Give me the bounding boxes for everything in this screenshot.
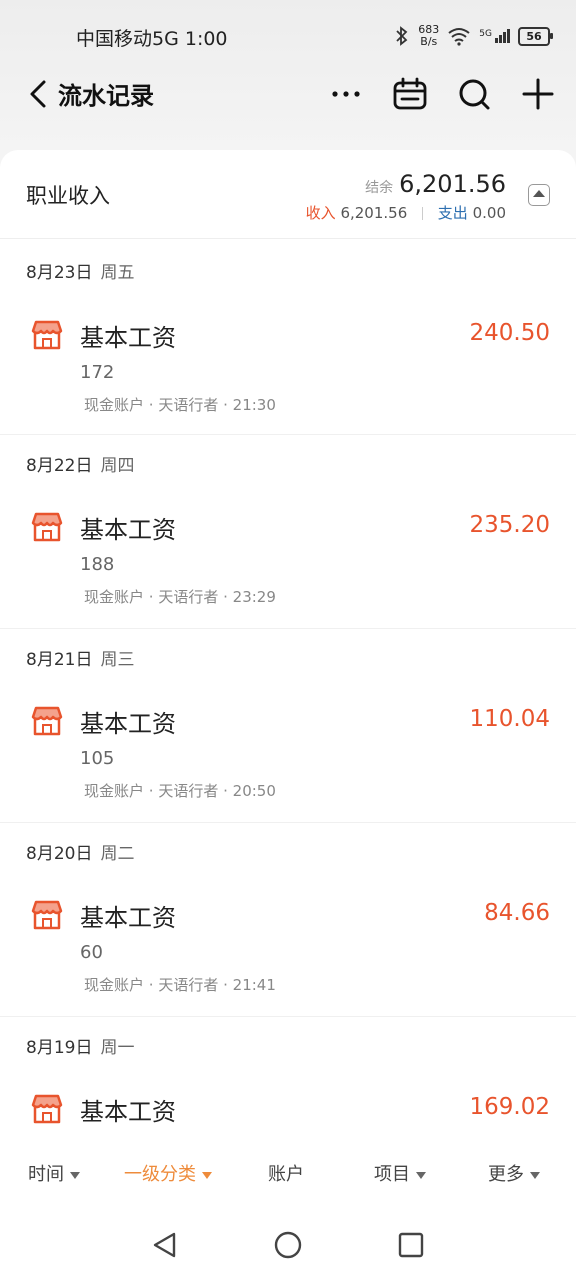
filter-account[interactable]: 账户 — [268, 1160, 304, 1186]
bluetooth-icon — [396, 26, 408, 46]
chevron-down-icon — [416, 1171, 426, 1179]
summary-panel: 职业收入 结余 6,201.56 收入 6,201.56 支出 0.00 — [0, 150, 576, 239]
battery-level: 56 — [526, 29, 542, 43]
filter-bar: 时间 一级分类 账户 项目 更多 — [0, 1140, 576, 1206]
record-amount: 240.50 — [469, 320, 550, 346]
balance-line: 结余 6,201.56 — [306, 170, 506, 198]
day-date: 8月22日 周四 — [26, 456, 135, 476]
income-expense-line: 收入 6,201.56 支出 0.00 — [306, 202, 506, 223]
day-date: 8月19日 周一 — [26, 1038, 135, 1058]
records-sheet: 职业收入 结余 6,201.56 收入 6,201.56 支出 0.00 8月23… — [0, 150, 576, 1150]
status-carrier-time: 中国移动5G 1:00 — [76, 28, 228, 50]
record-amount: 235.20 — [469, 512, 550, 538]
record-item[interactable]: 基本工资 110.04 105 现金账户 · 天语行者 · 20:50 — [0, 684, 576, 824]
system-nav-bar — [0, 1206, 576, 1280]
record-item[interactable]: 基本工资 84.66 60 现金账户 · 天语行者 · 21:41 — [0, 878, 576, 1018]
record-note: 188 — [80, 554, 115, 575]
day-header: 8月22日 周四 — [0, 434, 576, 491]
record-name: 基本工资 — [80, 516, 176, 544]
add-icon[interactable] — [520, 76, 556, 112]
record-name: 基本工资 — [80, 710, 176, 738]
chevron-down-icon — [530, 1171, 540, 1179]
net-speed-unit: B/s — [420, 35, 438, 48]
record-amount: 84.66 — [484, 900, 550, 926]
record-meta: 现金账户 · 天语行者 · 21:41 — [84, 976, 276, 994]
filter-category[interactable]: 一级分类 — [124, 1160, 212, 1186]
record-meta: 现金账户 · 天语行者 · 23:29 — [84, 588, 276, 606]
record-item[interactable]: 基本工资 240.50 172 现金账户 · 天语行者 · 21:30 — [0, 298, 576, 438]
signal-icon: 5G — [479, 29, 510, 43]
nav-bar: 流水记录 — [0, 62, 576, 126]
day-date: 8月21日 周三 — [26, 650, 135, 670]
record-name: 基本工资 — [80, 904, 176, 932]
page-title: 流水记录 — [58, 82, 154, 110]
day-date: 8月20日 周二 — [26, 844, 135, 864]
day-header: 8月21日 周三 — [0, 628, 576, 685]
shop-icon — [31, 900, 63, 930]
day-header: 8月20日 周二 — [0, 822, 576, 879]
calendar-icon[interactable] — [392, 76, 428, 112]
day-header: 8月23日 周五 — [0, 242, 576, 298]
more-icon[interactable] — [328, 76, 364, 112]
chevron-down-icon — [70, 1171, 80, 1179]
shop-icon — [31, 1094, 63, 1124]
day-header: 8月19日 周一 — [0, 1016, 576, 1073]
day-date: 8月23日 周五 — [26, 263, 135, 283]
record-note: 60 — [80, 942, 103, 963]
record-note: 172 — [80, 362, 115, 383]
nav-home-icon[interactable] — [273, 1230, 303, 1260]
record-note: 105 — [80, 748, 115, 769]
record-name: 基本工资 — [80, 324, 176, 352]
shop-icon — [31, 512, 63, 542]
divider — [422, 207, 424, 220]
shop-icon — [31, 320, 63, 350]
collapse-button[interactable] — [528, 184, 550, 206]
back-icon[interactable] — [26, 78, 52, 110]
record-amount: 110.04 — [469, 706, 550, 732]
balance-label: 结余 — [365, 180, 394, 196]
status-icons: 683 B/s 5G 56 — [394, 22, 553, 50]
record-meta: 现金账户 · 天语行者 · 21:30 — [84, 396, 276, 414]
nav-recents-icon[interactable] — [396, 1230, 426, 1260]
net-speed: 683 B/s — [418, 24, 439, 48]
record-amount: 169.02 — [469, 1094, 550, 1120]
filter-time[interactable]: 时间 — [28, 1160, 80, 1186]
record-meta: 现金账户 · 天语行者 · 20:50 — [84, 782, 276, 800]
filter-more[interactable]: 更多 — [488, 1160, 540, 1186]
income-value: 6,201.56 — [340, 204, 408, 222]
summary-totals: 结余 6,201.56 收入 6,201.56 支出 0.00 — [306, 170, 506, 223]
record-item[interactable]: 基本工资 169.02 — [0, 1072, 576, 1140]
search-icon[interactable] — [456, 76, 492, 112]
chevron-down-icon — [202, 1171, 212, 1179]
category-title: 职业收入 — [26, 184, 110, 208]
wifi-icon — [448, 28, 470, 46]
record-item[interactable]: 基本工资 235.20 188 现金账户 · 天语行者 · 23:29 — [0, 490, 576, 630]
record-name: 基本工资 — [80, 1098, 176, 1126]
status-bar: 中国移动5G 1:00 683 B/s 5G 56 — [0, 0, 576, 70]
expense-value: 0.00 — [472, 204, 506, 222]
expense-label: 支出 — [437, 204, 468, 222]
nav-back-icon[interactable] — [150, 1230, 180, 1260]
filter-project[interactable]: 项目 — [374, 1160, 426, 1186]
battery-icon: 56 — [518, 26, 553, 46]
income-label: 收入 — [305, 204, 336, 222]
signal-type: 5G — [479, 29, 492, 39]
shop-icon — [31, 706, 63, 736]
balance-value: 6,201.56 — [399, 170, 506, 198]
